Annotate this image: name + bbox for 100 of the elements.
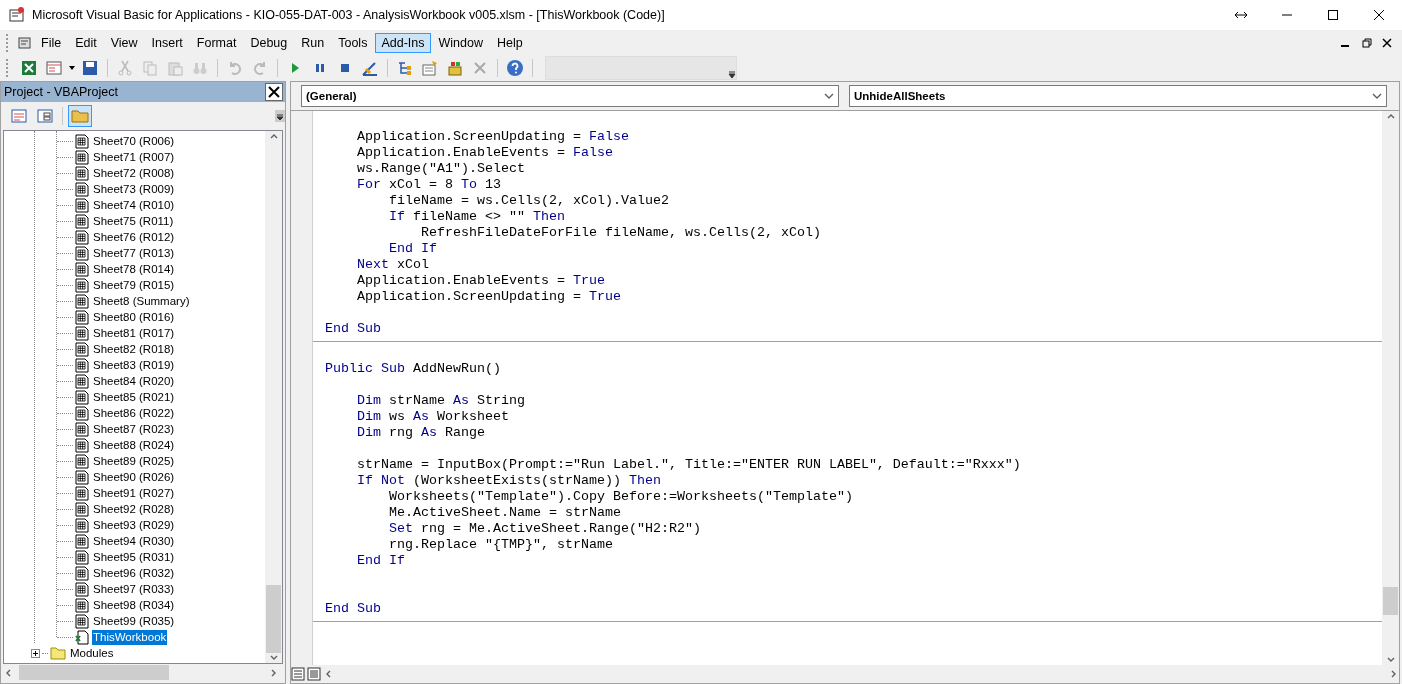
menu-item[interactable]: File bbox=[35, 33, 68, 53]
tree-item[interactable]: Sheet95 (R031) bbox=[92, 549, 176, 565]
code-line: Worksheets("Template").Copy Before:=Worksheets("Template") bbox=[388, 489, 854, 505]
worksheet-icon bbox=[75, 373, 89, 389]
double-arrow-icon bbox=[1234, 10, 1248, 20]
menu-item[interactable]: Add-Ins bbox=[375, 33, 431, 53]
code-line: Public Sub AddNewRun() bbox=[324, 361, 502, 377]
tree-item[interactable]: Sheet8 (Summary) bbox=[92, 293, 191, 309]
code-line: Application.ScreenUpdating = True bbox=[356, 289, 622, 305]
code-line: Application.EnableEvents = False bbox=[356, 145, 614, 161]
close-button[interactable] bbox=[265, 83, 283, 101]
expand-icon[interactable] bbox=[31, 648, 40, 658]
toggle-folders-button[interactable] bbox=[68, 105, 92, 127]
worksheet-icon bbox=[75, 565, 89, 581]
tree-item[interactable]: Sheet77 (R013) bbox=[92, 245, 176, 261]
tree-item[interactable]: Sheet82 (R018) bbox=[92, 341, 176, 357]
menu-item[interactable]: Insert bbox=[145, 33, 189, 53]
tree-item[interactable]: Sheet85 (R021) bbox=[92, 389, 176, 405]
toolbar-options-icon[interactable] bbox=[728, 69, 736, 79]
close-icon[interactable] bbox=[1382, 38, 1392, 48]
pane-title: Project - VBAProject bbox=[4, 85, 118, 99]
menu-item[interactable]: Run bbox=[295, 33, 331, 53]
worksheet-icon bbox=[75, 277, 89, 293]
chevron-down-icon[interactable] bbox=[1372, 91, 1382, 101]
help-icon[interactable] bbox=[504, 57, 526, 79]
menu-item[interactable]: Format bbox=[190, 33, 243, 53]
close-icon bbox=[1374, 10, 1384, 20]
worksheet-icon bbox=[75, 485, 89, 501]
vertical-scrollbar[interactable] bbox=[265, 131, 282, 663]
menu-item[interactable]: Tools bbox=[332, 33, 374, 53]
worksheet-icon bbox=[75, 501, 89, 517]
tree-item[interactable]: Sheet97 (R033) bbox=[92, 581, 176, 597]
tree-item[interactable]: Sheet79 (R015) bbox=[92, 277, 176, 293]
code-line: End If bbox=[356, 553, 406, 569]
worksheet-icon bbox=[75, 549, 89, 565]
vba-project-icon[interactable] bbox=[17, 35, 33, 51]
worksheet-icon bbox=[75, 437, 89, 453]
tree-item[interactable]: Sheet91 (R027) bbox=[92, 485, 176, 501]
window-title: Microsoft Visual Basic for Applications - KIO-055-DAT-003 - AnalysisWorkbook v005.xlsm - [ThisWorkbook (Code)] bbox=[32, 8, 666, 22]
tree-item[interactable]: Sheet71 (R007) bbox=[92, 149, 176, 165]
tree-item[interactable]: Sheet88 (R024) bbox=[92, 437, 176, 453]
object-dropdown[interactable]: (General) bbox=[301, 85, 839, 107]
menu-item[interactable]: Debug bbox=[244, 33, 294, 53]
menu-item[interactable]: Window bbox=[432, 33, 489, 53]
tree-item[interactable]: Sheet92 (R028) bbox=[92, 501, 176, 517]
code-line: fileName = ws.Cells(2, xCol).Value2 bbox=[388, 193, 670, 209]
tree-item[interactable]: Sheet94 (R030) bbox=[92, 533, 176, 549]
tree-item[interactable]: Sheet84 (R020) bbox=[92, 373, 176, 389]
vba-app-icon bbox=[8, 6, 26, 24]
tree-item[interactable]: Sheet83 (R019) bbox=[92, 357, 176, 373]
caret-icon[interactable] bbox=[68, 64, 76, 72]
worksheet-icon bbox=[75, 533, 89, 549]
code-line: End Sub bbox=[324, 321, 382, 337]
tree-item[interactable]: Modules bbox=[69, 645, 115, 661]
code-line: End Sub bbox=[324, 601, 382, 617]
tree-item[interactable]: Sheet75 (R011) bbox=[92, 213, 175, 229]
tree-item[interactable]: Sheet76 (R012) bbox=[92, 229, 176, 245]
tree-item[interactable]: Sheet98 (R034) bbox=[92, 597, 176, 613]
full-module-view-icon[interactable] bbox=[307, 667, 321, 681]
code-line: If Not (WorksheetExists(strName)) Then bbox=[356, 473, 662, 489]
tree-item[interactable]: Sheet90 (R026) bbox=[92, 469, 176, 485]
maximize-icon bbox=[1328, 10, 1338, 20]
scrollbar-thumb[interactable] bbox=[266, 585, 281, 653]
code-line: Application.ScreenUpdating = False bbox=[356, 129, 630, 145]
tree-item[interactable]: Sheet96 (R032) bbox=[92, 565, 176, 581]
scrollbar-thumb[interactable] bbox=[19, 665, 169, 680]
tree-item[interactable]: Sheet72 (R008) bbox=[92, 165, 176, 181]
worksheet-icon bbox=[75, 581, 89, 597]
tree-item[interactable]: Sheet80 (R016) bbox=[92, 309, 176, 325]
chevron-down-icon[interactable] bbox=[824, 91, 834, 101]
menu-item[interactable]: Edit bbox=[69, 33, 103, 53]
restore-icon[interactable] bbox=[1362, 38, 1372, 48]
tree-item[interactable]: Sheet78 (R014) bbox=[92, 261, 176, 277]
menu-item[interactable]: Help bbox=[490, 33, 529, 53]
code-line: End If bbox=[388, 241, 438, 257]
tree-item[interactable]: Sheet74 (R010) bbox=[92, 197, 176, 213]
worksheet-icon bbox=[75, 309, 89, 325]
tree-item[interactable]: Sheet89 (R025) bbox=[92, 453, 176, 469]
tree-item[interactable]: Sheet70 (R006) bbox=[92, 133, 176, 149]
menu-item[interactable]: View bbox=[104, 33, 144, 53]
scrollbar-thumb[interactable] bbox=[1383, 587, 1398, 615]
tree-item[interactable]: ThisWorkbook bbox=[92, 629, 168, 645]
tree-item[interactable]: Sheet93 (R029) bbox=[92, 517, 176, 533]
tree-item[interactable]: Sheet86 (R022) bbox=[92, 405, 176, 421]
vertical-scrollbar[interactable] bbox=[1382, 111, 1399, 665]
worksheet-icon bbox=[75, 613, 89, 629]
tree-item[interactable]: Sheet81 (R017) bbox=[92, 325, 176, 341]
code-line: rng.Replace "{TMP}", strName bbox=[388, 537, 614, 553]
tree-item[interactable]: Sheet99 (R035) bbox=[92, 613, 176, 629]
worksheet-icon bbox=[75, 293, 89, 309]
worksheet-icon bbox=[75, 405, 89, 421]
tree-item[interactable]: Sheet87 (R023) bbox=[92, 421, 176, 437]
worksheet-icon bbox=[75, 325, 89, 341]
procedure-view-icon[interactable] bbox=[291, 667, 305, 681]
worksheet-icon bbox=[75, 357, 89, 373]
tree-item[interactable]: Sheet73 (R009) bbox=[92, 181, 176, 197]
procedure-dropdown[interactable]: UnhideAllSheets bbox=[849, 85, 1387, 107]
worksheet-icon bbox=[75, 213, 89, 229]
pane-options-icon[interactable] bbox=[275, 110, 285, 122]
folder-icon bbox=[50, 646, 66, 660]
